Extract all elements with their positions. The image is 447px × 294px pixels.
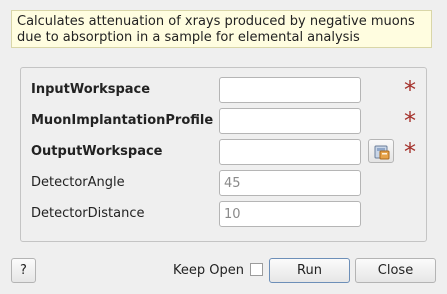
asterisk-icon: * [404,138,416,166]
property-row-output-workspace: OutputWorkspace * [21,139,426,165]
property-row-input-workspace: InputWorkspace * [21,77,426,103]
close-button[interactable]: Close [355,258,436,283]
property-row-muon-implantation-profile: MuonImplantationProfile * [21,108,426,134]
muon-implantation-profile-field[interactable] [219,108,361,134]
run-button[interactable]: Run [269,258,350,283]
detector-angle-label: DetectorAngle [31,175,125,190]
properties-panel: InputWorkspace * MuonImplantationProfile… [20,67,427,242]
algorithm-description: Calculates attenuation of xrays produced… [11,10,432,48]
asterisk-icon: * [404,107,416,135]
detector-distance-field[interactable] [219,201,361,227]
input-workspace-field[interactable] [219,77,361,103]
property-row-detector-distance: DetectorDistance [21,201,426,227]
detector-angle-field[interactable] [219,170,361,196]
output-workspace-field[interactable] [219,139,361,165]
workspace-browse-button[interactable] [368,139,394,163]
workspace-browse-icon [374,145,390,160]
property-row-detector-angle: DetectorAngle [21,170,426,196]
help-button[interactable]: ? [11,258,36,283]
muon-implantation-profile-label: MuonImplantationProfile [31,113,214,128]
asterisk-icon: * [404,76,416,104]
keep-open-checkbox[interactable] [250,263,263,276]
input-workspace-label: InputWorkspace [31,82,151,97]
output-workspace-label: OutputWorkspace [31,144,163,159]
detector-distance-label: DetectorDistance [31,206,145,221]
keep-open-label: Keep Open [173,263,244,278]
